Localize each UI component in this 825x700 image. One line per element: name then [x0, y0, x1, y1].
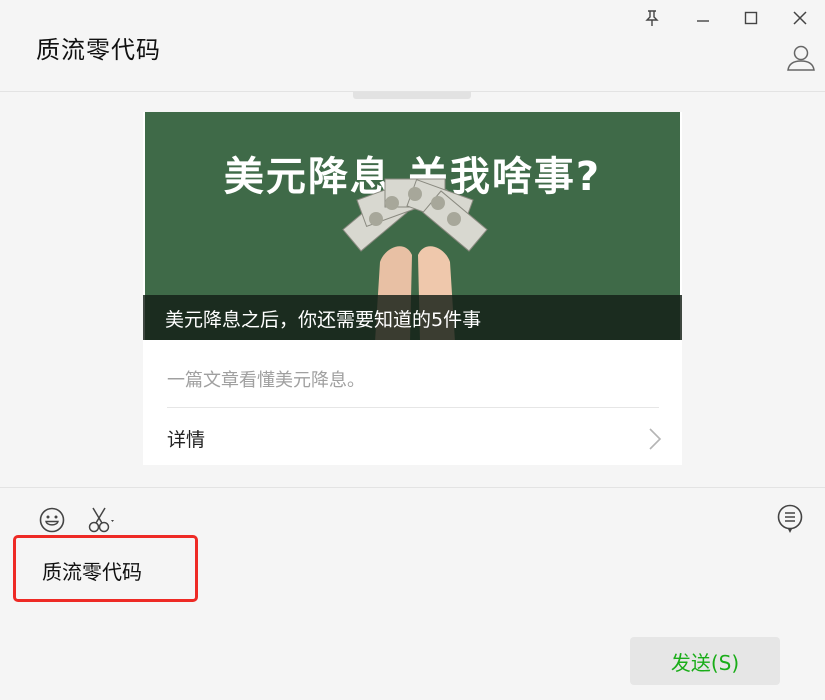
close-button[interactable]	[788, 6, 812, 30]
maximize-icon	[744, 11, 758, 25]
scissors-icon	[88, 507, 114, 533]
title-bar: 质流零代码	[0, 0, 825, 92]
scroll-indicator[interactable]	[353, 92, 471, 99]
article-title-bar: 美元降息之后，你还需要知道的5件事	[143, 295, 682, 340]
message-input[interactable]: 质流零代码	[25, 541, 725, 631]
maximize-button[interactable]	[739, 6, 763, 30]
pin-icon	[645, 10, 659, 26]
chat-history-icon	[777, 504, 803, 533]
details-label: 详情	[167, 429, 206, 451]
article-title: 美元降息之后，你还需要知道的5件事	[165, 309, 482, 331]
chat-info-button[interactable]	[785, 42, 817, 74]
article-summary: 一篇文章看懂美元降息。	[167, 370, 365, 391]
message-input-text: 质流零代码	[42, 560, 142, 584]
screenshot-button[interactable]	[86, 505, 116, 535]
pin-button[interactable]	[640, 6, 664, 30]
emoji-icon	[39, 507, 65, 533]
minimize-button[interactable]	[691, 6, 715, 30]
chat-title: 质流零代码	[36, 36, 161, 64]
card-divider	[167, 407, 659, 408]
message-area[interactable]: 美元降息 关我啥事? 美元降息之后，你还需要知道的5件事 一篇文章看懂美元降息。	[0, 92, 825, 487]
article-card[interactable]: 美元降息 关我啥事? 美元降息之后，你还需要知道的5件事 一篇文章看懂美元降息。	[143, 112, 682, 465]
emoji-button[interactable]	[37, 505, 67, 535]
send-button[interactable]: 发送(S)	[630, 637, 780, 685]
user-profile-icon	[787, 45, 815, 71]
chevron-right-icon	[649, 428, 662, 450]
input-area: 质流零代码 发送(S)	[0, 487, 825, 700]
minimize-icon	[697, 20, 709, 22]
chat-history-button[interactable]	[776, 503, 806, 533]
close-icon	[793, 11, 807, 25]
